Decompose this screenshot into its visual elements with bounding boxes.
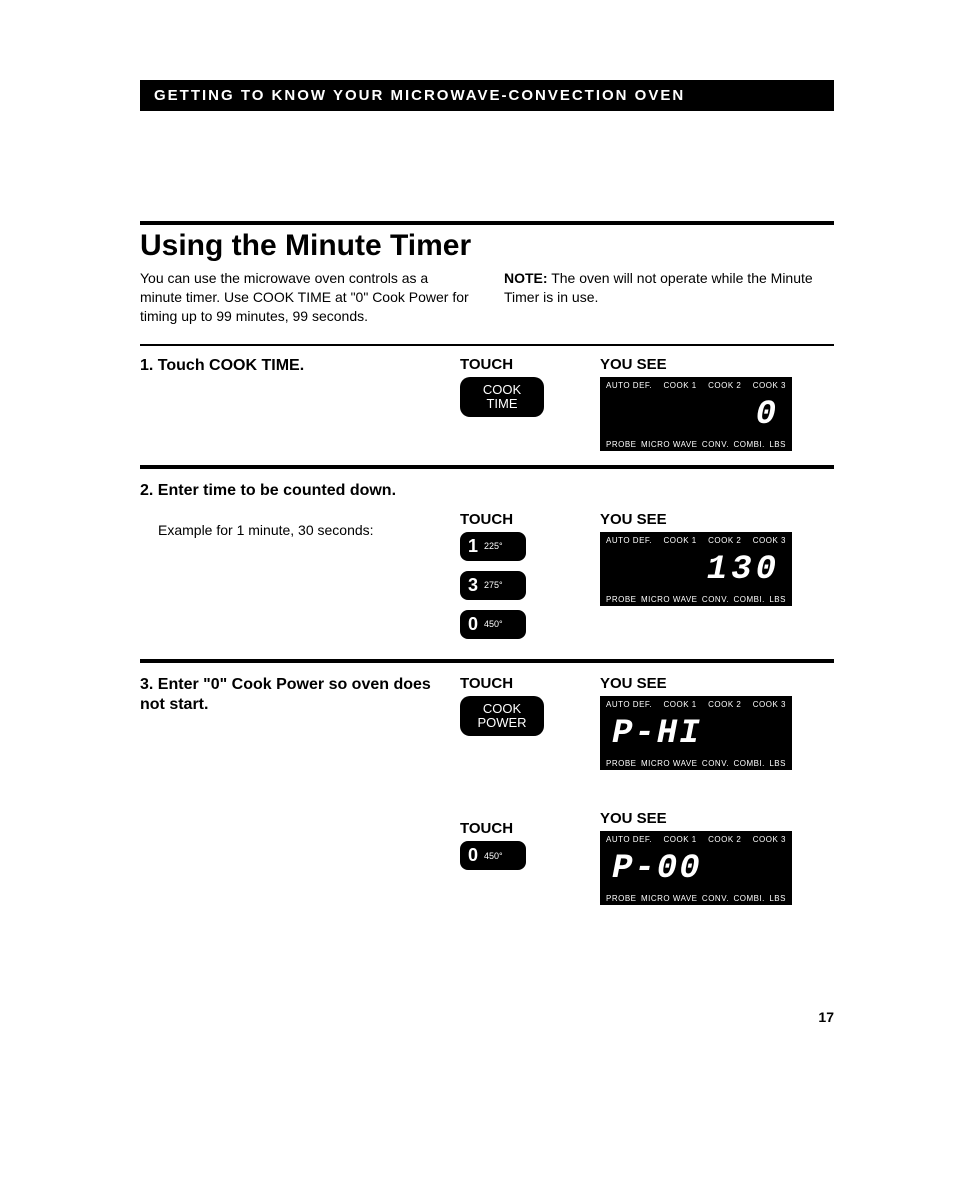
section-title: Using the Minute Timer: [140, 229, 834, 263]
page-number: 17: [140, 1009, 834, 1025]
step-3: 3. Enter "0" Cook Power so oven does not…: [140, 675, 834, 919]
touch-label: TOUCH: [460, 356, 580, 373]
cook-power-key: COOKPOWER: [460, 696, 544, 737]
intro-right: NOTE: The oven will not operate while th…: [504, 269, 834, 326]
display-panel: AUTO DEF.COOK 1COOK 2COOK 3 P-00 PROBEMI…: [600, 831, 792, 905]
num-key-0: 0450°: [460, 610, 526, 639]
step-2: 2. Enter time to be counted down. Exampl…: [140, 481, 834, 645]
display-panel: AUTO DEF.COOK 1COOK 2COOK 3 130 PROBEMIC…: [600, 532, 792, 606]
step-1: 1. Touch COOK TIME. TOUCH COOKTIME YOU S…: [140, 356, 834, 451]
display-panel: AUTO DEF.COOK 1COOK 2COOK 3 P-HI PROBEMI…: [600, 696, 792, 770]
intro-paragraph: You can use the microwave oven controls …: [140, 269, 834, 326]
display-panel: AUTO DEF.COOK 1COOK 2COOK 3 0 PROBEMICRO…: [600, 377, 792, 451]
step-2-example: Example for 1 minute, 30 seconds:: [158, 521, 440, 539]
intro-left: You can use the microwave oven controls …: [140, 269, 470, 326]
cook-time-key: COOKTIME: [460, 377, 544, 418]
header-bar: GETTING TO KNOW YOUR MICROWAVE-CONVECTIO…: [140, 80, 834, 111]
num-key-3: 3275°: [460, 571, 526, 600]
num-key-0: 0450°: [460, 841, 526, 870]
num-key-1: 1225°: [460, 532, 526, 561]
yousee-label: YOU SEE: [600, 356, 834, 373]
